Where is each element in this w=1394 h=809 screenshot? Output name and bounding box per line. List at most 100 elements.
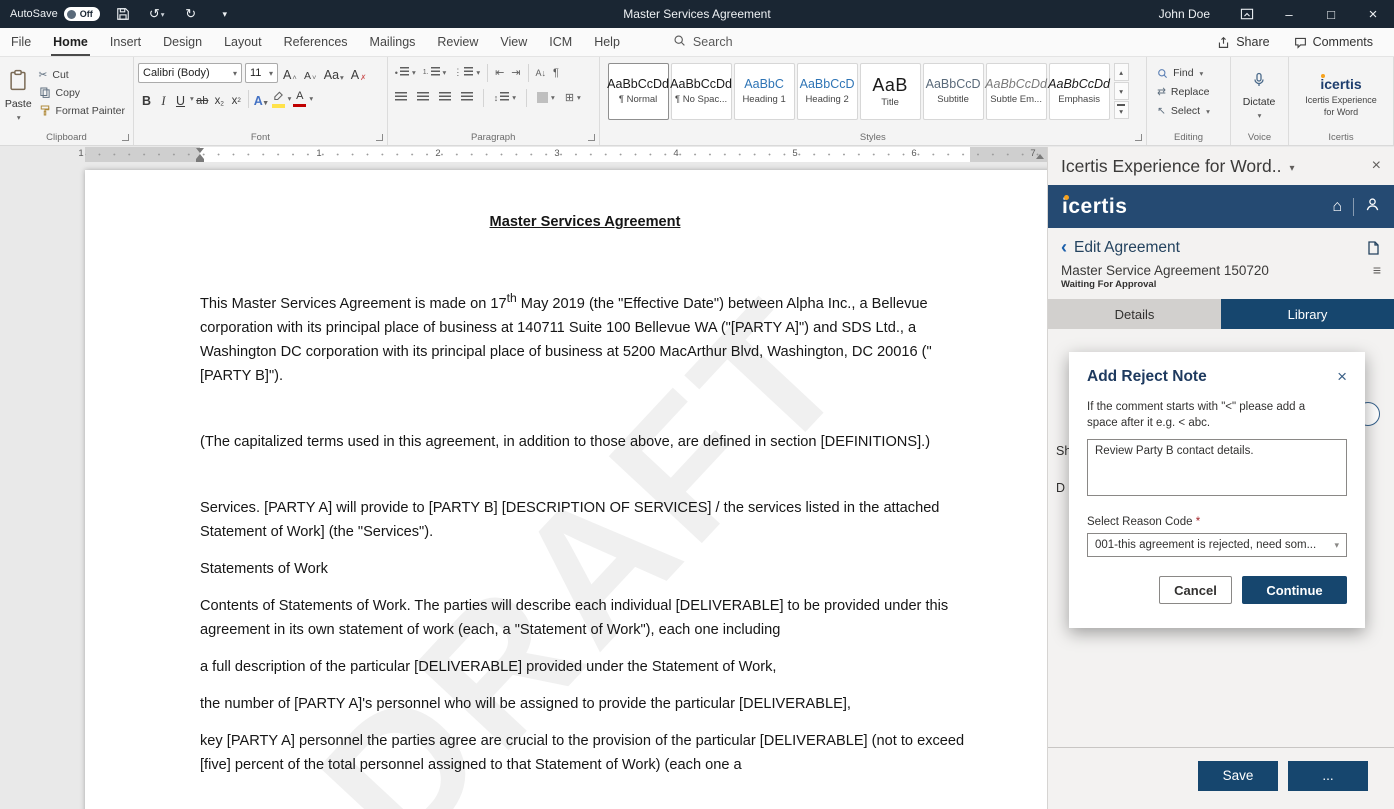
style-heading-1[interactable]: AaBbCHeading 1: [734, 63, 795, 120]
tab-mailings[interactable]: Mailings: [359, 28, 427, 56]
reason-code-select[interactable]: 001-this agreement is rejected, need som…: [1087, 533, 1347, 557]
styles-scroll-down-icon[interactable]: ▾: [1114, 82, 1129, 100]
font-name-combo[interactable]: Calibri (Body)▾: [138, 63, 242, 83]
strikethrough-button[interactable]: ab: [194, 89, 211, 108]
borders-button[interactable]: ⊞▾: [562, 88, 584, 107]
reject-note-input[interactable]: Review Party B contact details.: [1087, 439, 1347, 496]
style-title[interactable]: AaBTitle: [860, 63, 921, 120]
tab-insert[interactable]: Insert: [99, 28, 152, 56]
autosave-toggle[interactable]: AutoSave Off: [10, 7, 100, 21]
italic-button[interactable]: I: [155, 89, 172, 108]
continue-button[interactable]: Continue: [1242, 576, 1347, 604]
search-box[interactable]: Search: [673, 28, 733, 56]
task-pane-menu-caret-icon[interactable]: ▾: [1289, 163, 1294, 174]
align-center-icon[interactable]: [414, 88, 432, 107]
style-subtle-emphasis[interactable]: AaBbCcDdSubtle Em...: [986, 63, 1047, 120]
align-right-icon[interactable]: [436, 88, 454, 107]
close-button[interactable]: ×: [1352, 0, 1394, 28]
tab-help[interactable]: Help: [583, 28, 631, 56]
save-icon[interactable]: [112, 4, 134, 24]
user-name[interactable]: John Doe: [1159, 7, 1210, 21]
style-no-spacing[interactable]: AaBbCcDd¶ No Spac...: [671, 63, 732, 120]
font-size-combo[interactable]: 11▾: [245, 63, 278, 83]
justify-icon[interactable]: [458, 88, 476, 107]
styles-more-icon[interactable]: ▾: [1114, 101, 1129, 119]
shrink-font-button[interactable]: A˅: [302, 64, 319, 83]
horizontal-ruler[interactable]: 1 1 2 3 4 5 6 7: [0, 147, 1047, 162]
text-effects-button[interactable]: A▾: [252, 89, 270, 108]
style-normal[interactable]: AaBbCcDd¶ Normal: [608, 63, 669, 120]
bold-button[interactable]: B: [138, 89, 155, 108]
format-painter-button[interactable]: Format Painter: [39, 104, 125, 117]
dictate-button[interactable]: Dictate ▾: [1235, 61, 1283, 129]
style-heading-2[interactable]: AaBbCcDHeading 2: [797, 63, 858, 120]
tab-layout[interactable]: Layout: [213, 28, 273, 56]
comments-button[interactable]: Comments: [1285, 32, 1382, 52]
save-button[interactable]: Save: [1198, 761, 1278, 791]
multilevel-list-button[interactable]: ⋮▾: [450, 63, 483, 82]
replace-button[interactable]: ⇄Replace: [1157, 86, 1210, 98]
tab-icm[interactable]: ICM: [538, 28, 583, 56]
agreement-status: Waiting For Approval: [1048, 278, 1394, 299]
icertis-experience-button[interactable]: icertis Icertis Experiencefor Word: [1293, 65, 1389, 129]
styles-scroll-up-icon[interactable]: ▴: [1114, 63, 1129, 81]
tab-details[interactable]: Details: [1048, 299, 1221, 329]
notes-icon[interactable]: [1365, 240, 1381, 256]
paste-button[interactable]: Paste ▾: [4, 61, 33, 129]
tab-references[interactable]: References: [273, 28, 359, 56]
bullets-button[interactable]: •▾: [392, 63, 419, 82]
dialog-launcher-icon[interactable]: [588, 134, 595, 141]
tab-view[interactable]: View: [489, 28, 538, 56]
tab-library[interactable]: Library: [1221, 299, 1394, 329]
user-profile-icon[interactable]: [1365, 197, 1380, 217]
grow-font-button[interactable]: A˄: [281, 64, 299, 83]
underline-button[interactable]: U: [172, 89, 189, 108]
dialog-launcher-icon[interactable]: [376, 134, 383, 141]
dialog-launcher-icon[interactable]: [1135, 134, 1142, 141]
clear-formatting-button[interactable]: A✗: [349, 64, 369, 83]
shading-button[interactable]: ▾: [534, 88, 558, 107]
dialog-launcher-icon[interactable]: [122, 134, 129, 141]
style-subtitle[interactable]: AaBbCcDSubtitle: [923, 63, 984, 120]
share-button[interactable]: Share: [1208, 32, 1278, 52]
minimize-button[interactable]: –: [1268, 0, 1310, 28]
ribbon-display-options-icon[interactable]: [1226, 0, 1268, 28]
customize-quick-access-icon[interactable]: ▾: [214, 4, 236, 24]
change-case-button[interactable]: Aa▾: [322, 64, 346, 83]
decrease-indent-icon[interactable]: ⇤: [492, 63, 507, 82]
tab-review[interactable]: Review: [426, 28, 489, 56]
tab-design[interactable]: Design: [152, 28, 213, 56]
select-button[interactable]: ↖Select▾: [1157, 105, 1210, 117]
edit-agreement-label[interactable]: Edit Agreement: [1074, 239, 1180, 257]
increase-indent-icon[interactable]: ⇥: [508, 63, 523, 82]
redo-icon[interactable]: ↻: [180, 4, 202, 24]
right-indent-marker[interactable]: [1036, 154, 1044, 159]
dialog-help-text: If the comment starts with "<" please ad…: [1087, 399, 1339, 431]
sort-button[interactable]: A↓: [533, 63, 550, 82]
home-icon[interactable]: ⌂: [1332, 199, 1342, 215]
document-page[interactable]: DRAFT Master Services Agreement This Mas…: [85, 170, 1047, 809]
style-emphasis[interactable]: AaBbCcDdEmphasis: [1049, 63, 1110, 120]
copy-button[interactable]: Copy: [39, 86, 125, 99]
cut-button[interactable]: ✂Cut: [39, 69, 125, 81]
undo-icon[interactable]: ↺▾: [146, 4, 168, 24]
cancel-button[interactable]: Cancel: [1159, 576, 1232, 604]
font-color-button[interactable]: A: [291, 89, 308, 108]
line-spacing-button[interactable]: ↕▾: [491, 88, 519, 107]
first-line-indent-marker[interactable]: [196, 148, 204, 153]
subscript-button[interactable]: x2: [211, 89, 228, 108]
superscript-button[interactable]: x2: [228, 89, 245, 108]
tab-file[interactable]: File: [0, 28, 42, 56]
numbering-button[interactable]: 1.▾: [420, 63, 450, 82]
find-button[interactable]: Find▾: [1157, 67, 1210, 79]
align-left-icon[interactable]: [392, 88, 410, 107]
tab-home[interactable]: Home: [42, 28, 99, 56]
dialog-close-icon[interactable]: ×: [1337, 368, 1347, 385]
restore-button[interactable]: □: [1310, 0, 1352, 28]
agreement-menu-icon[interactable]: ≡: [1373, 263, 1381, 277]
back-chevron-icon[interactable]: ‹: [1061, 238, 1067, 256]
show-paragraph-marks-button[interactable]: ¶: [550, 63, 562, 82]
highlight-color-button[interactable]: [270, 89, 287, 108]
more-options-button[interactable]: ...: [1288, 761, 1368, 791]
task-pane-close-icon[interactable]: ×: [1372, 157, 1381, 175]
